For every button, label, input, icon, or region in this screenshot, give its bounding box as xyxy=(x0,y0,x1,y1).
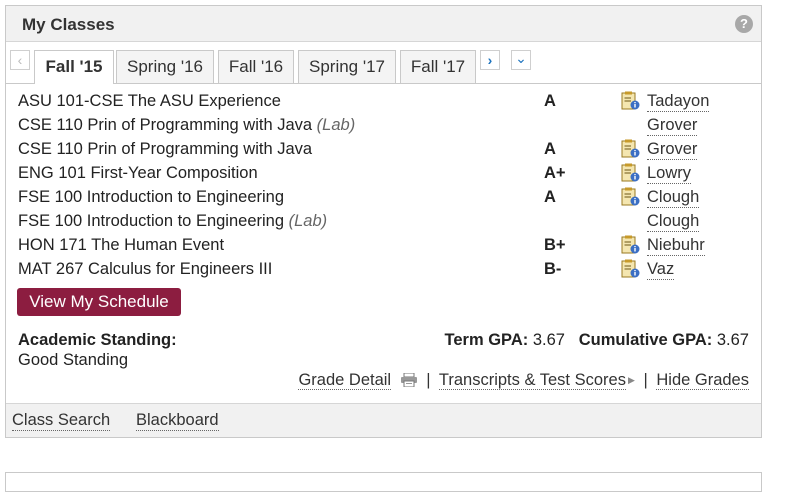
instructor-link[interactable]: Grover xyxy=(647,116,698,136)
syllabus-icon[interactable] xyxy=(621,187,640,206)
grade: A+ xyxy=(544,164,566,182)
class-row: FSE 100 Introduction to Engineering A Clou… xyxy=(18,186,754,210)
class-row: CSE 110 Prin of Programming with Java A Gr… xyxy=(18,138,754,162)
term-gpa-label: Term GPA: xyxy=(444,331,529,349)
instructor-link[interactable]: Clough xyxy=(647,212,700,232)
course-title: HON 171 The Human Event xyxy=(18,236,224,255)
instructor-link[interactable]: Clough xyxy=(647,188,700,208)
tab-spring-17[interactable]: Spring '17 xyxy=(298,50,396,83)
hide-grades-link[interactable]: Hide Grades xyxy=(656,371,749,390)
blackboard-link[interactable]: Blackboard xyxy=(136,411,219,431)
cumulative-gpa-label: Cumulative GPA: xyxy=(578,331,713,349)
grade-links: Grade Detail | Transcripts & Test Scores… xyxy=(298,371,749,390)
printer-icon[interactable] xyxy=(400,373,418,387)
grade-detail-link[interactable]: Grade Detail xyxy=(298,371,392,390)
syllabus-icon[interactable] xyxy=(621,163,640,182)
course-title: MAT 267 Calculus for Engineers III xyxy=(18,260,272,279)
class-row: ENG 101 First-Year Composition A+ Lowry xyxy=(18,162,754,186)
help-icon[interactable]: ? xyxy=(735,15,753,33)
tab-spring-16[interactable]: Spring '16 xyxy=(116,50,214,83)
course-title: ASU 101-CSE The ASU Experience xyxy=(18,92,281,111)
grade: A xyxy=(544,140,556,158)
instructor-link[interactable]: Tadayon xyxy=(647,92,710,112)
course-name: CSE 110 Prin of Programming with Java xyxy=(18,116,313,134)
tab-fall-17[interactable]: Fall '17 xyxy=(400,50,476,83)
grade: B- xyxy=(544,260,562,278)
prev-term-button[interactable]: ‹ xyxy=(10,50,30,70)
instructor-link[interactable]: Vaz xyxy=(647,260,675,280)
grade: B+ xyxy=(544,236,566,254)
course-name: FSE 100 Introduction to Engineering xyxy=(18,188,285,206)
course-title: CSE 110 Prin of Programming with Java xyxy=(18,140,312,159)
syllabus-icon[interactable] xyxy=(621,259,640,278)
next-panel xyxy=(5,472,762,492)
tab-fall-15[interactable]: Fall '15 xyxy=(34,50,114,84)
course-title: FSE 100 Introduction to Engineering (Lab… xyxy=(18,212,327,231)
view-schedule-button[interactable]: View My Schedule xyxy=(17,288,181,316)
my-classes-panel: My Classes ? ‹ Fall '15 Spring '16 Fall … xyxy=(5,5,762,438)
tab-fall-16[interactable]: Fall '16 xyxy=(218,50,294,83)
transcripts-link[interactable]: Transcripts & Test Scores xyxy=(438,371,626,390)
course-name: MAT 267 Calculus for Engineers III xyxy=(18,260,273,278)
panel-footer: Class Search Blackboard xyxy=(6,403,761,437)
course-title: CSE 110 Prin of Programming with Java (L… xyxy=(18,116,355,135)
class-search-link[interactable]: Class Search xyxy=(12,411,111,431)
class-list: ASU 101-CSE The ASU Experience A Tadayon CS… xyxy=(18,90,754,282)
panel-title: My Classes xyxy=(22,15,115,34)
course-name: CSE 110 Prin of Programming with Java xyxy=(18,140,313,158)
instructor-link[interactable]: Niebuhr xyxy=(647,236,705,256)
lab-tag: (Lab) xyxy=(316,116,356,134)
course-name: FSE 100 Introduction to Engineering xyxy=(18,212,285,230)
instructor-link[interactable]: Lowry xyxy=(647,164,692,184)
term-gpa-value: 3.67 xyxy=(532,331,565,349)
separator: | xyxy=(426,371,431,389)
lab-tag: (Lab) xyxy=(288,212,328,230)
class-row: HON 171 The Human Event B+ Niebuhr xyxy=(18,234,754,258)
academic-standing-label: Academic Standing: xyxy=(18,331,177,349)
course-title: FSE 100 Introduction to Engineering xyxy=(18,188,284,207)
class-row: FSE 100 Introduction to Engineering (Lab… xyxy=(18,210,754,234)
syllabus-icon[interactable] xyxy=(621,139,640,158)
cumulative-gpa-value: 3.67 xyxy=(716,331,749,349)
gpa-summary: Term GPA: 3.67 Cumulative GPA: 3.67 xyxy=(445,331,749,350)
next-term-button[interactable]: › xyxy=(480,50,500,70)
course-title: ENG 101 First-Year Composition xyxy=(18,164,258,183)
term-dropdown-button[interactable]: ⌄ xyxy=(511,50,531,70)
course-name: HON 171 The Human Event xyxy=(18,236,225,254)
class-row: MAT 267 Calculus for Engineers III B- Vaz xyxy=(18,258,754,282)
term-tabs: ‹ Fall '15 Spring '16 Fall '16 Spring '1… xyxy=(6,42,761,84)
academic-standing-value: Good Standing xyxy=(18,351,129,369)
course-name: ASU 101-CSE The ASU Experience xyxy=(18,92,281,110)
class-row: CSE 110 Prin of Programming with Java (L… xyxy=(18,114,754,138)
syllabus-icon[interactable] xyxy=(621,91,640,110)
grade: A xyxy=(544,188,556,206)
instructor-link[interactable]: Grover xyxy=(647,140,698,160)
panel-header: My Classes ? xyxy=(6,6,761,42)
caret-right-icon: ▶ xyxy=(627,375,635,385)
grade: A xyxy=(544,92,556,110)
syllabus-icon[interactable] xyxy=(621,235,640,254)
separator: | xyxy=(643,371,648,389)
class-row: ASU 101-CSE The ASU Experience A Tadayon xyxy=(18,90,754,114)
course-name: ENG 101 First-Year Composition xyxy=(18,164,258,182)
